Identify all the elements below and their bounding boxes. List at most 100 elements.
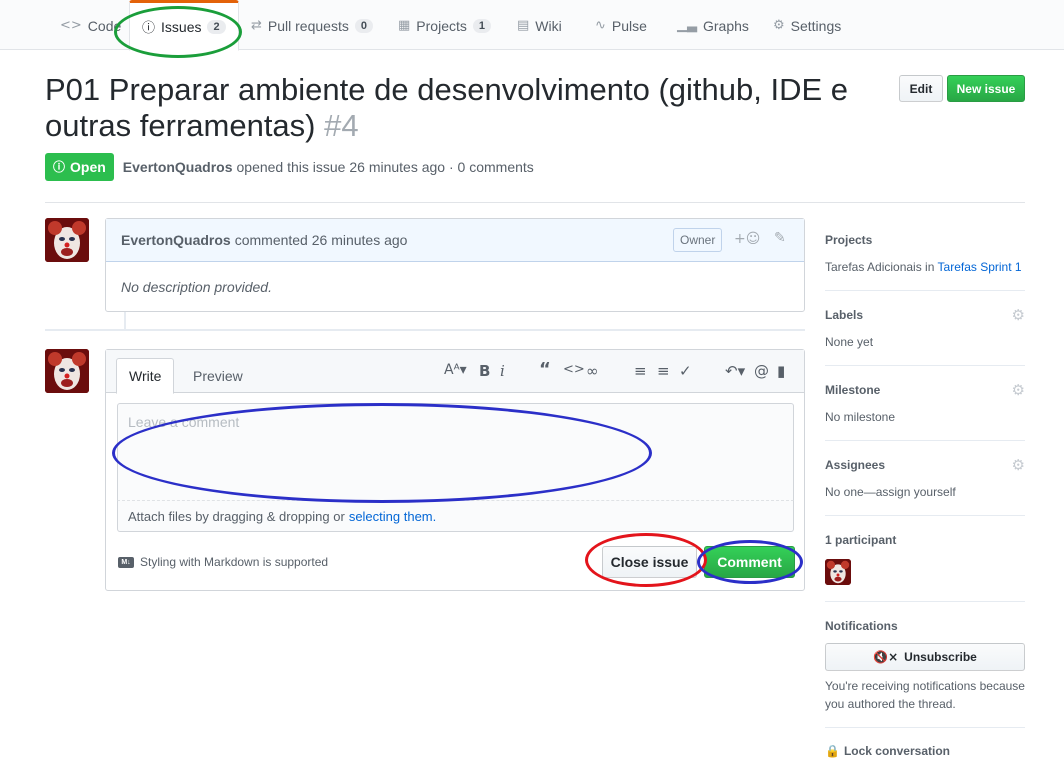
participant-avatar[interactable] xyxy=(825,559,851,585)
bookmark-icon[interactable]: ▮ xyxy=(777,362,785,380)
comment-body: No description provided. xyxy=(121,279,272,295)
tab-pull-requests-count: 0 xyxy=(354,18,373,33)
comment-textarea[interactable]: Leave a comment xyxy=(117,403,794,501)
tab-projects-count: 1 xyxy=(472,18,491,33)
comment-header: EvertonQuadros commented 26 minutes ago … xyxy=(106,219,804,262)
tab-settings[interactable]: ⚙ Settings xyxy=(773,0,841,51)
mention-icon[interactable]: @ xyxy=(754,362,769,380)
bulleted-list-icon[interactable]: ≡ xyxy=(634,362,647,380)
issue-author-link[interactable]: EvertonQuadros xyxy=(123,159,233,175)
unsubscribe-button[interactable]: 🔇× Unsubscribe xyxy=(825,643,1025,671)
owner-badge: Owner xyxy=(673,228,723,252)
tab-graphs-label: Graphs xyxy=(703,17,749,34)
projects-value: Tarefas Adicionais in Tarefas Sprint 1 xyxy=(825,260,1025,274)
assignees-heading: Assignees xyxy=(825,458,886,472)
tab-issues[interactable]: ⓘ Issues 2 xyxy=(129,0,239,51)
reply-icon[interactable]: ↶▾ xyxy=(725,362,745,380)
edit-button[interactable]: Edit xyxy=(899,75,943,102)
comment-placeholder: Leave a comment xyxy=(128,414,240,430)
sidebar-divider xyxy=(825,365,1025,366)
quote-icon[interactable]: “ xyxy=(539,359,551,380)
attach-text: Attach files by dragging & dropping or xyxy=(128,508,345,524)
comment-composer: Write Preview Aᴬ▾ B i “ <> ∞ ≡ ≡ ✓ ↶▾ @ … xyxy=(105,349,805,591)
avatar[interactable] xyxy=(45,218,89,262)
avatar[interactable] xyxy=(45,349,89,393)
clown-avatar-image xyxy=(45,349,89,393)
timeline-connector xyxy=(124,312,126,329)
italic-icon[interactable]: i xyxy=(500,362,505,380)
state-label: Open xyxy=(70,158,106,175)
book-icon: ▤ xyxy=(517,18,530,33)
gear-icon[interactable]: ⚙ xyxy=(1012,456,1025,474)
clown-avatar-image xyxy=(45,218,89,262)
tab-issues-count: 2 xyxy=(207,19,226,34)
sidebar-divider xyxy=(825,515,1025,516)
tab-pulse-label: Pulse xyxy=(611,17,647,34)
notifications-heading: Notifications xyxy=(825,619,898,633)
issue-meta: ⓘ Open EvertonQuadros opened this issue … xyxy=(45,152,534,181)
tab-write[interactable]: Write xyxy=(116,358,175,394)
repo-tab-nav: <> Code ⓘ Issues 2 ⇄ Pull requests 0 ▦ P… xyxy=(0,0,1064,51)
tab-issues-label: Issues xyxy=(161,18,202,35)
sidebar-milestone[interactable]: Milestone ⚙ No milestone xyxy=(825,381,1025,424)
issue-title-text: P01 Preparar ambiente de desenvolvimento… xyxy=(45,72,849,143)
code-icon: <> xyxy=(60,18,82,33)
sidebar-projects: Projects Tarefas Adicionais in Tarefas S… xyxy=(825,233,1025,274)
lock-conversation-link[interactable]: 🔒 Lock conversation xyxy=(825,744,950,758)
issue-comment: EvertonQuadros commented 26 minutes ago … xyxy=(105,218,805,312)
participants-heading: 1 participant xyxy=(825,533,897,547)
header-divider xyxy=(45,202,1025,203)
task-list-icon[interactable]: ✓ xyxy=(679,362,692,380)
code-icon[interactable]: <> xyxy=(563,362,585,377)
markdown-icon: M↓ xyxy=(118,556,134,568)
new-issue-button[interactable]: New issue xyxy=(947,75,1025,102)
labels-value: None yet xyxy=(825,335,874,349)
sidebar-divider xyxy=(825,290,1025,291)
milestone-heading: Milestone xyxy=(825,383,881,397)
numbered-list-icon[interactable]: ≡ xyxy=(657,362,670,380)
text-size-icon[interactable]: Aᴬ▾ xyxy=(444,362,467,378)
link-icon[interactable]: ∞ xyxy=(586,362,599,380)
tab-pulse[interactable]: ∿ Pulse xyxy=(595,0,647,51)
close-issue-button[interactable]: Close issue xyxy=(602,546,697,578)
labels-heading: Labels xyxy=(825,308,864,322)
pull-request-icon: ⇄ xyxy=(251,18,262,33)
markdown-note[interactable]: M↓ Styling with Markdown is supported xyxy=(118,555,328,569)
composer-toolbar: Write Preview Aᴬ▾ B i “ <> ∞ ≡ ≡ ✓ ↶▾ @ … xyxy=(106,350,804,394)
unsubscribe-label: Unsubscribe xyxy=(904,650,977,664)
tab-wiki[interactable]: ▤ Wiki xyxy=(517,0,562,51)
clown-avatar-image xyxy=(825,559,851,585)
select-files-link[interactable]: selecting them. xyxy=(349,509,436,524)
bold-icon[interactable]: B xyxy=(479,362,490,380)
sidebar-labels[interactable]: Labels ⚙ None yet xyxy=(825,306,1025,349)
issue-number: #4 xyxy=(324,108,359,143)
sidebar-divider xyxy=(825,601,1025,602)
gear-icon[interactable]: ⚙ xyxy=(1012,306,1025,324)
milestone-value: No milestone xyxy=(825,410,896,424)
projects-heading: Projects xyxy=(825,233,873,247)
sidebar-notifications: Notifications xyxy=(825,619,1025,633)
lock-label: Lock conversation xyxy=(843,744,950,758)
sidebar-participants: 1 participant xyxy=(825,533,1025,547)
notifications-reason: You're receiving notifications because y… xyxy=(825,679,1025,711)
add-reaction-icon[interactable]: +☺ xyxy=(734,231,760,247)
gear-icon[interactable]: ⚙ xyxy=(1012,381,1025,399)
tab-projects[interactable]: ▦ Projects 1 xyxy=(398,0,491,51)
project-link[interactable]: Tarefas Sprint 1 xyxy=(938,260,1022,274)
comment-author-link[interactable]: EvertonQuadros xyxy=(121,232,231,248)
comment-timestamp[interactable]: commented 26 minutes ago xyxy=(235,232,408,248)
assignees-value[interactable]: No one—assign yourself xyxy=(825,485,1025,499)
tab-pull-requests[interactable]: ⇄ Pull requests 0 xyxy=(251,0,373,51)
tab-code[interactable]: <> Code xyxy=(60,0,121,51)
tab-graphs[interactable]: ▁▃ Graphs xyxy=(677,0,749,51)
tab-projects-label: Projects xyxy=(416,17,467,34)
tab-pull-requests-label: Pull requests xyxy=(267,17,349,34)
attach-files-bar[interactable]: Attach files by dragging & dropping or s… xyxy=(117,501,794,532)
issue-meta-text: opened this issue 26 minutes ago · 0 com… xyxy=(236,158,534,175)
tab-preview[interactable]: Preview xyxy=(181,358,255,394)
sidebar-assignees[interactable]: Assignees ⚙ No one—assign yourself xyxy=(825,456,1025,499)
graph-icon: ▁▃ xyxy=(677,18,697,33)
lock-icon: 🔒 xyxy=(825,744,840,758)
comment-button[interactable]: Comment xyxy=(704,546,795,578)
pencil-icon[interactable]: ✎ xyxy=(774,230,786,246)
